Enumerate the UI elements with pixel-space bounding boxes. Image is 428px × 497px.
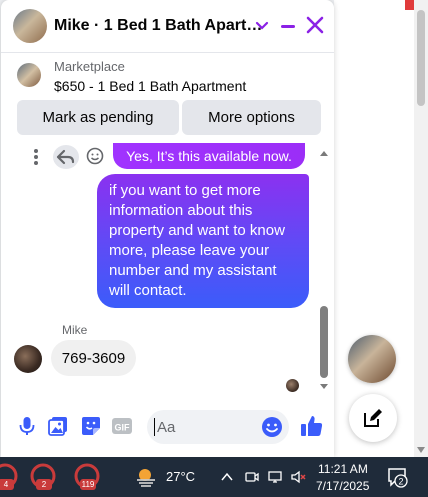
scroll-up-arrow-icon[interactable] [320,151,328,156]
message-input-placeholder: Aa [157,419,176,436]
weather-icon[interactable] [134,465,158,489]
minimize-icon[interactable] [279,15,297,35]
emoji-icon[interactable] [261,416,283,438]
message-actions [31,145,111,169]
listing-source: Marketplace [54,59,125,74]
more-options-button[interactable]: More options [182,100,321,135]
photo-icon[interactable] [47,415,69,437]
scroll-down-arrow-icon[interactable] [417,447,425,453]
gif-icon[interactable]: GIF [111,415,133,437]
meet-now-icon[interactable] [244,469,260,485]
outgoing-message[interactable]: Yes, It’s this available now. [113,143,305,169]
listing-title[interactable]: $650 - 1 Bed 1 Bath Apartment [54,78,246,94]
app-badge: 4 [0,479,14,490]
new-message-button[interactable] [349,394,397,442]
network-icon[interactable] [267,469,283,485]
chevron-up-icon[interactable] [219,469,235,485]
clock-time[interactable]: 11:21 AM [318,462,368,476]
close-icon[interactable] [305,15,325,35]
chat-scrollbar[interactable] [319,145,329,393]
new-message-icon [364,409,382,427]
listing-thumbnail[interactable] [17,63,41,87]
react-emoji-icon[interactable] [86,147,104,165]
weather-temperature[interactable]: 27°C [166,469,195,484]
notification-count: 2 [398,477,403,487]
seen-indicator-avatar [286,379,299,392]
chat-window: Mike · 1 Bed 1 Bath Apart… Marketplace $… [1,0,334,457]
text-caret [154,418,155,436]
taskbar-app[interactable]: 4 [0,462,20,492]
incoming-message[interactable]: 769-3609 [51,340,136,376]
clock-date[interactable]: 7/17/2025 [316,479,369,493]
contact-avatar[interactable] [13,9,47,43]
app-badge: 2 [36,479,52,490]
taskbar-app[interactable]: 119 [72,462,102,492]
more-icon[interactable] [34,149,38,165]
chevron-down-icon[interactable] [254,15,270,35]
chat-title[interactable]: Mike · 1 Bed 1 Bath Apart… [54,17,262,35]
message-thread: Yes, It’s this available now. if you wan… [1,143,321,395]
reply-icon[interactable] [53,145,79,169]
chat-header: Mike · 1 Bed 1 Bath Apart… [1,0,334,53]
taskbar-app[interactable]: 2 [28,462,58,492]
message-composer: GIF Aa [1,405,334,451]
page-scrollbar[interactable] [414,0,428,457]
outgoing-message[interactable]: if you want to get more information abou… [97,174,309,308]
sender-avatar[interactable] [14,345,42,373]
taskbar: 4 2 119 27°C 11:21 AM 7/17/2025 2 [0,457,428,497]
page-scrollbar-thumb[interactable] [417,10,425,106]
mark-as-pending-button[interactable]: Mark as pending [17,100,179,135]
notification-center-icon[interactable]: 2 [386,466,408,488]
svg-text:GIF: GIF [115,423,131,433]
volume-muted-icon[interactable] [290,469,306,485]
scroll-down-arrow-icon[interactable] [320,384,328,389]
sticker-icon[interactable] [80,415,102,437]
thumbs-up-icon[interactable] [299,413,325,439]
microphone-icon[interactable] [16,415,38,437]
message-input[interactable]: Aa [147,410,289,444]
sender-name: Mike [62,323,88,337]
listing-card: Marketplace $650 - 1 Bed 1 Bath Apartmen… [1,53,334,143]
app-badge: 119 [80,479,96,490]
chat-head-avatar[interactable] [348,335,396,383]
chat-scrollbar-thumb[interactable] [320,306,328,378]
